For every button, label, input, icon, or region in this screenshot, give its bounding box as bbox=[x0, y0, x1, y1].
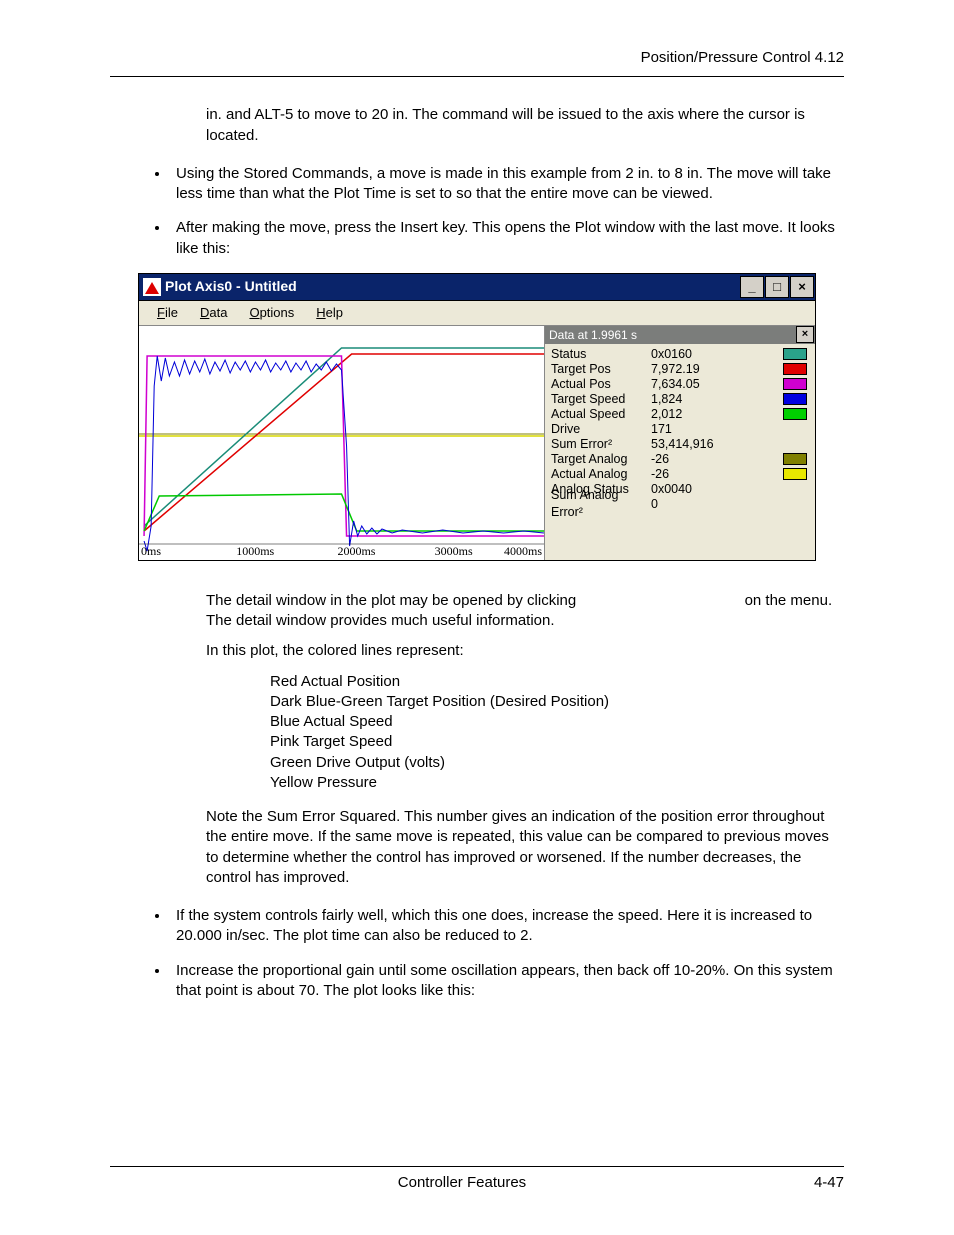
title-bar[interactable]: Plot Axis0 - Untitled _ □ × bbox=[139, 274, 815, 301]
menu-data[interactable]: Data bbox=[200, 304, 227, 322]
color-swatch bbox=[783, 453, 807, 465]
x-axis-labels: 0ms 1000ms 2000ms 3000ms 4000ms bbox=[139, 543, 544, 559]
menu-options[interactable]: Options bbox=[249, 304, 294, 322]
detail-row: Sum Error²53,414,916 bbox=[551, 437, 809, 452]
detail-close-button[interactable]: × bbox=[796, 326, 814, 343]
bullet-item: If the system controls fairly well, whic… bbox=[170, 906, 844, 947]
maximize-button[interactable]: □ bbox=[765, 276, 789, 298]
page-footer: Controller Features 4-47 bbox=[110, 1166, 844, 1193]
bullet-list-top: Using the Stored Commands, a move is mad… bbox=[110, 164, 844, 259]
detail-row: Target Speed1,824 bbox=[551, 392, 809, 407]
legend-line: Blue Actual Speed bbox=[270, 712, 834, 732]
detail-row: Target Analog-26 bbox=[551, 452, 809, 467]
detail-row: Actual Speed2,012 bbox=[551, 407, 809, 422]
color-swatch bbox=[783, 408, 807, 420]
detail-row: Target Pos7,972.19 bbox=[551, 362, 809, 377]
detail-row: Status0x0160 bbox=[551, 347, 809, 362]
color-legend: Red Actual PositionDark Blue-Green Targe… bbox=[270, 672, 834, 794]
detail-panel: Data at 1.9961 s × Status0x0160Target Po… bbox=[544, 326, 815, 560]
legend-line: Pink Target Speed bbox=[270, 732, 834, 752]
bullet-item: Increase the proportional gain until som… bbox=[170, 961, 844, 1002]
color-swatch bbox=[783, 393, 807, 405]
bullet-item: After making the move, press the Insert … bbox=[170, 218, 844, 259]
color-swatch bbox=[783, 378, 807, 390]
chart-canvas: 0ms 1000ms 2000ms 3000ms 4000ms bbox=[139, 326, 544, 560]
close-button[interactable]: × bbox=[790, 276, 814, 298]
legend-line: Yellow Pressure bbox=[270, 773, 834, 793]
window-title: Plot Axis0 - Untitled bbox=[165, 277, 297, 296]
paragraph-colors-intro: In this plot, the colored lines represen… bbox=[206, 641, 834, 661]
legend-line: Green Drive Output (volts) bbox=[270, 753, 834, 773]
detail-header: Data at 1.9961 s × bbox=[545, 326, 815, 344]
menu-file[interactable]: File bbox=[157, 304, 178, 322]
detail-row: Actual Analog-26 bbox=[551, 467, 809, 482]
menu-bar: File Data Options Help bbox=[139, 301, 815, 326]
app-icon bbox=[143, 278, 161, 296]
paragraph-detail-window: The detail window in the plot may be ope… bbox=[206, 591, 834, 632]
menu-help[interactable]: Help bbox=[316, 304, 343, 322]
plot-window: Plot Axis0 - Untitled _ □ × File Data Op… bbox=[138, 273, 816, 561]
minimize-button[interactable]: _ bbox=[740, 276, 764, 298]
bullet-item: Using the Stored Commands, a move is mad… bbox=[170, 164, 844, 205]
detail-row: Sum Analog Error²0 bbox=[551, 497, 809, 512]
legend-line: Dark Blue-Green Target Position (Desired… bbox=[270, 692, 834, 712]
detail-row: Actual Pos7,634.05 bbox=[551, 377, 809, 392]
page-header: Position/Pressure Control 4.12 bbox=[110, 48, 844, 77]
bullet-list-bottom: If the system controls fairly well, whic… bbox=[110, 906, 844, 1001]
paragraph-sum-error: Note the Sum Error Squared. This number … bbox=[206, 807, 834, 888]
color-swatch bbox=[783, 348, 807, 360]
intro-paragraph: in. and ALT-5 to move to 20 in. The comm… bbox=[206, 105, 834, 146]
color-swatch bbox=[783, 363, 807, 375]
detail-row: Drive171 bbox=[551, 422, 809, 437]
legend-line: Red Actual Position bbox=[270, 672, 834, 692]
color-swatch bbox=[783, 468, 807, 480]
